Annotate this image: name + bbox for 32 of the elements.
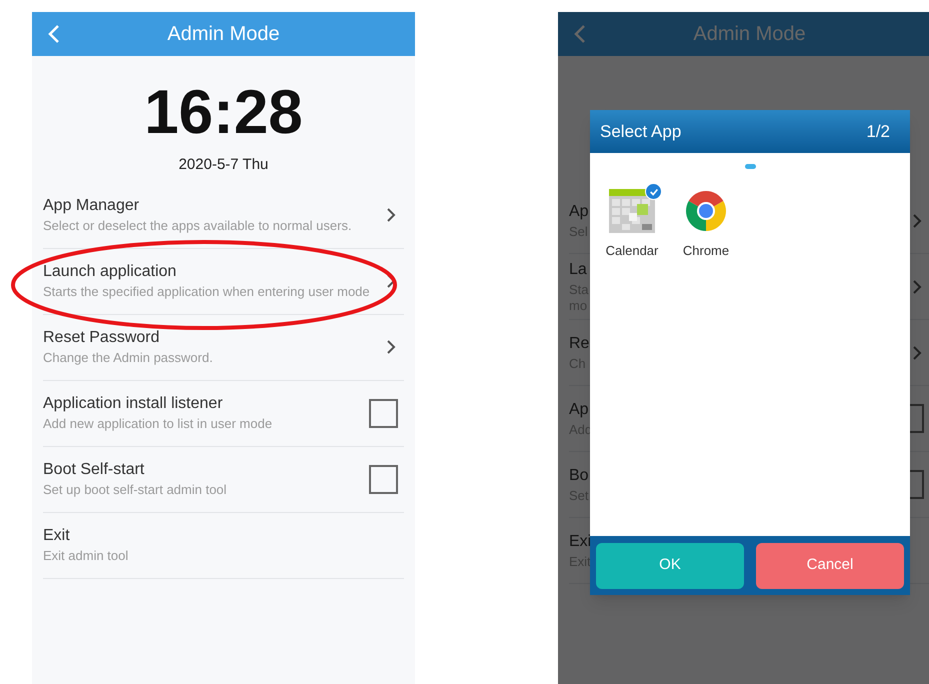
item-title[interactable]: Application install listener bbox=[43, 394, 272, 414]
item-title[interactable]: Launch application bbox=[43, 262, 370, 282]
item-subtitle: Exit admin tool bbox=[43, 548, 128, 564]
item-title[interactable]: Exit bbox=[43, 526, 128, 546]
item-subtitle: Set up boot self-start admin tool bbox=[43, 482, 227, 498]
calendar-icon bbox=[609, 188, 655, 234]
checkbox[interactable] bbox=[369, 464, 398, 494]
item-title[interactable]: Boot Self-start bbox=[43, 460, 227, 480]
page-counter: 1/2 bbox=[866, 120, 890, 143]
chevron-right-icon[interactable] bbox=[386, 207, 396, 223]
page-indicator bbox=[745, 164, 756, 169]
item-title[interactable]: App Manager bbox=[43, 196, 352, 216]
check-badge-icon bbox=[645, 183, 662, 200]
chevron-right-icon[interactable] bbox=[386, 339, 396, 355]
item-subtitle: Starts the specified application when entering user mode bbox=[43, 284, 370, 300]
app-tile[interactable]: Chrome bbox=[678, 188, 734, 260]
screen-title: Admin Mode bbox=[167, 22, 280, 47]
item-subtitle: Add new application to list in user mode bbox=[43, 416, 272, 432]
chevron-right-icon[interactable] bbox=[912, 278, 922, 294]
item-title[interactable]: Reset Password bbox=[43, 328, 213, 348]
chevron-right-icon[interactable] bbox=[912, 212, 922, 228]
back-icon[interactable] bbox=[48, 24, 60, 44]
screen-title: Admin Mode bbox=[693, 22, 806, 47]
circle-logo-icon bbox=[686, 188, 726, 234]
chevron-right-icon[interactable] bbox=[912, 344, 922, 360]
dialog-title: Select App bbox=[600, 120, 682, 143]
app-tile[interactable]: Calendar bbox=[604, 188, 660, 260]
item-subtitle: Change the Admin password. bbox=[43, 350, 213, 366]
checkbox[interactable] bbox=[369, 398, 398, 428]
clock-time: 16:28 bbox=[144, 82, 303, 144]
date-text: 2020-5-7 Thu bbox=[178, 155, 268, 175]
item-subtitle: Select or deselect the apps available to normal users. bbox=[43, 218, 352, 234]
